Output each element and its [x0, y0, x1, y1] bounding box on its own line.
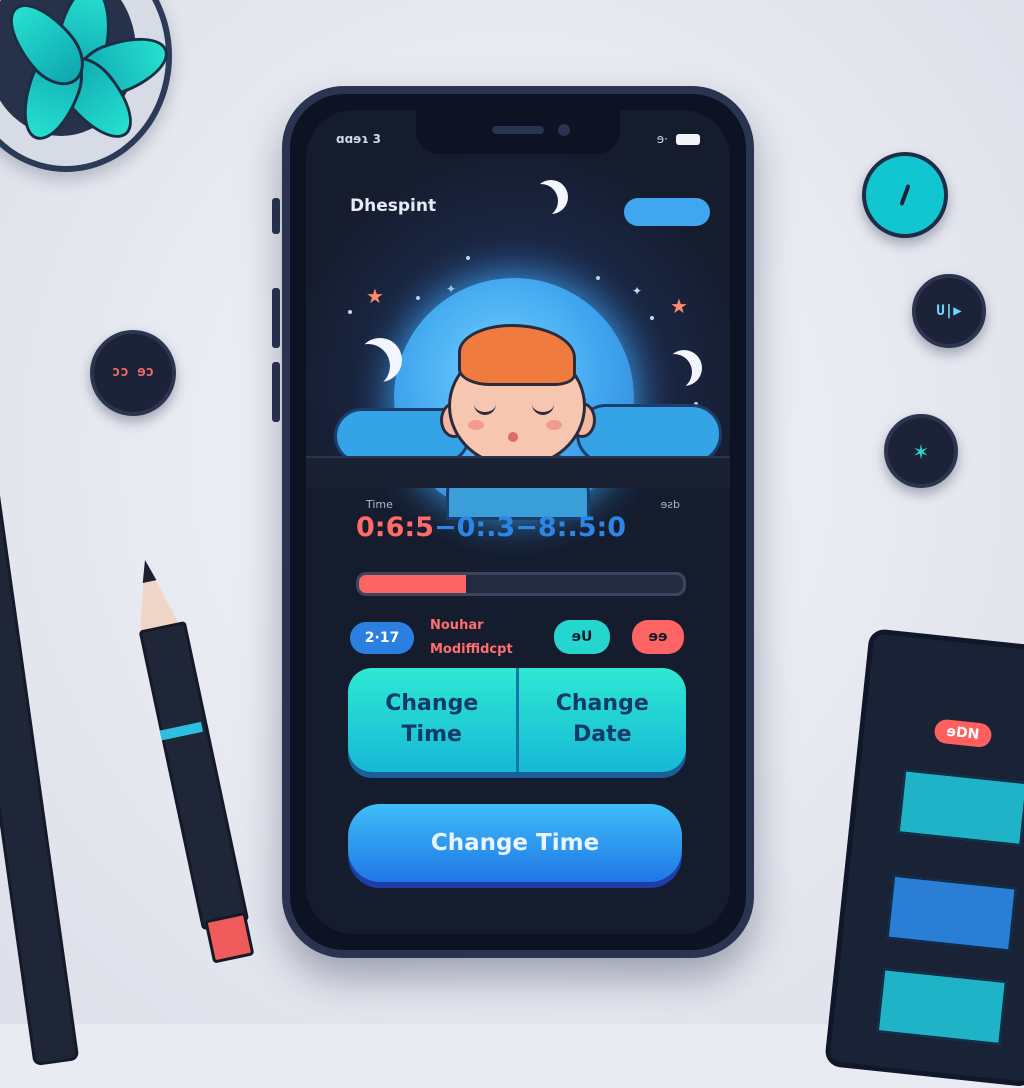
status-bar-left: ɑɑɘɿ 3 [336, 132, 381, 146]
sleep-illustration: Dhespint ★ ★ ✦ ✦ [306, 156, 730, 520]
moon-icon [524, 184, 558, 218]
moon-icon [346, 344, 390, 388]
change-time-primary-button[interactable]: Change Time [348, 804, 682, 882]
star-icon: ✦ [632, 284, 643, 298]
time-mid: −0:.3 [433, 512, 516, 543]
desk-knob-gauge [862, 152, 948, 238]
signal-text: ɘ· [656, 132, 668, 146]
cloud-icon [624, 198, 710, 226]
battery-icon [676, 133, 700, 145]
gauge-icon [899, 183, 911, 207]
phone-frame: ɑɑɘɿ 3 ɘ· Dhespint ★ ★ ✦ ✦ Time ɘƨb 0:6:… [282, 86, 754, 958]
tablet-badge: ɘDN [933, 718, 993, 749]
right-label: ɘƨb [660, 498, 680, 511]
chip-right[interactable]: ɘɘ [632, 620, 684, 654]
asterisk-icon: ✶ [913, 437, 929, 465]
status-bar-right: ɘ· [657, 132, 700, 146]
time-start: 0:6:5 [356, 512, 434, 543]
app-title: Dhespint [350, 196, 437, 216]
moon-icon [656, 354, 692, 390]
time-range-display: 0:6:5−0:.3−8:.5:0 [356, 512, 686, 552]
star-icon: ★ [670, 294, 688, 318]
ground-strip [306, 456, 730, 488]
sleep-progress-bar [356, 572, 686, 596]
time-date-button-group: Change Time Change Date [348, 668, 686, 772]
desk-knob-star: ✶ [884, 414, 958, 488]
change-time-button[interactable]: Change Time [348, 668, 516, 772]
chip-middle[interactable]: ɘU [554, 620, 610, 654]
desk-knob-play: U|▶ [912, 274, 986, 348]
cloud-icon [576, 404, 722, 464]
phone-screen: ɑɑɘɿ 3 ɘ· Dhespint ★ ★ ✦ ✦ Time ɘƨb 0:6:… [306, 110, 730, 934]
desk-knob-left: ɔɔ ɘɔ [90, 330, 176, 416]
note-line-1: Nouhar [430, 618, 484, 633]
sleep-progress-fill [359, 575, 466, 593]
notch [416, 110, 620, 154]
chip-date[interactable]: 2·17 [350, 622, 414, 654]
note-line-2: Modiffidcpt [430, 642, 513, 657]
star-icon: ★ [366, 284, 384, 308]
time-label: Time [366, 498, 393, 511]
change-date-button[interactable]: Change Date [519, 668, 687, 772]
time-end: −8:.5:0 [515, 512, 627, 543]
